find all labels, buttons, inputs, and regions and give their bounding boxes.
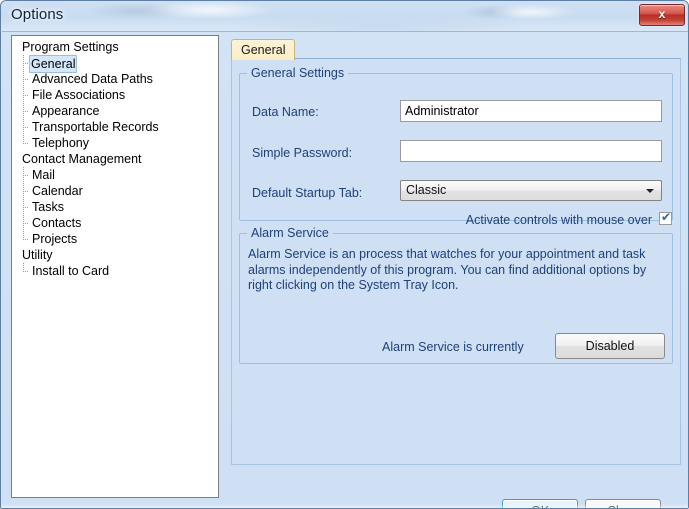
alarm-service-toggle-button[interactable]: Disabled	[555, 333, 665, 359]
tree-item-label: Tasks	[32, 200, 64, 214]
data-name-label: Data Name:	[252, 105, 319, 119]
tree-item-label: File Associations	[32, 88, 126, 102]
titlebar[interactable]: Options x	[1, 1, 688, 31]
tree-item-label: Program Settings	[22, 40, 119, 54]
tree-item-utility[interactable]: Utility	[12, 247, 218, 263]
tree-item-program-settings[interactable]: Program Settings	[12, 39, 218, 55]
tree-item-install-to-card[interactable]: Install to Card	[12, 263, 218, 279]
tree-item-label: Contact Management	[22, 152, 142, 166]
general-settings-group-title: General Settings	[247, 66, 349, 80]
mouse-over-checkbox[interactable]: ✔	[659, 210, 672, 225]
simple-password-input[interactable]	[400, 140, 662, 162]
tree-item-label: Contacts	[32, 216, 82, 230]
tree-item-advanced-data-paths[interactable]: Advanced Data Paths	[12, 71, 218, 87]
general-settings-group: General Settings Data Name: Simple Passw…	[239, 66, 673, 227]
close-icon: x	[658, 7, 666, 21]
tree-item-transportable-records[interactable]: Transportable Records	[12, 119, 218, 135]
tree-item-label: Transportable Records	[32, 120, 159, 134]
alarm-service-group: Alarm Service Alarm Service is an proces…	[239, 226, 673, 364]
tree-item-contacts[interactable]: Contacts	[12, 215, 218, 231]
tree-item-telephony[interactable]: Telephony	[12, 135, 218, 151]
checkmark-icon: ✔	[661, 210, 672, 224]
close-button[interactable]: x	[639, 4, 685, 26]
tree-item-label: Mail	[32, 168, 55, 182]
tree-item-label: Appearance	[32, 104, 100, 118]
default-startup-tab-select[interactable]: Classic	[400, 180, 662, 201]
tree-item-calendar[interactable]: Calendar	[12, 183, 218, 199]
alarm-service-description: Alarm Service is an process that watches…	[248, 247, 647, 292]
tree-item-label: Telephony	[32, 136, 89, 150]
data-name-input[interactable]	[400, 100, 662, 122]
mouse-over-checkbox-label: Activate controls with mouse over	[465, 213, 652, 227]
tree-item-label: Projects	[32, 232, 78, 246]
tab-strip: General	[231, 37, 681, 60]
tree-item-mail[interactable]: Mail	[12, 167, 218, 183]
simple-password-label: Simple Password:	[252, 146, 353, 160]
alarm-service-group-title: Alarm Service	[247, 226, 333, 240]
default-startup-tab-label: Default Startup Tab:	[252, 186, 363, 200]
options-dialog-window: Options x Program Settings General Advance…	[0, 0, 689, 509]
settings-tree: Program Settings General Advanced Data Pat…	[12, 36, 218, 279]
alarm-service-status-label: Alarm Service is currently	[382, 340, 524, 354]
tree-item-label: Install to Card	[32, 264, 110, 278]
settings-tree-panel[interactable]: Program Settings General Advanced Data Pat…	[11, 35, 219, 498]
tree-item-tasks[interactable]: Tasks	[12, 199, 218, 215]
tree-item-general[interactable]: General	[12, 55, 218, 73]
tree-item-label: Utility	[22, 248, 53, 262]
tree-item-label: Advanced Data Paths	[32, 72, 153, 86]
tree-item-projects[interactable]: Projects	[12, 231, 218, 247]
tree-item-label: Calendar	[32, 184, 83, 198]
window-title: Options	[11, 6, 64, 23]
chevron-down-icon	[646, 189, 654, 193]
window-bottom-edge	[1, 504, 688, 508]
tree-item-appearance[interactable]: Appearance	[12, 103, 218, 119]
default-startup-tab-value: Classic	[406, 183, 447, 197]
tree-item-file-associations[interactable]: File Associations	[12, 87, 218, 103]
dialog-client-area: Program Settings General Advanced Data Pat…	[2, 31, 688, 508]
tab-general[interactable]: General	[231, 39, 296, 60]
tab-panel-general: General Settings Data Name: Simple Passw…	[231, 58, 681, 465]
tree-item-contact-management[interactable]: Contact Management	[12, 151, 218, 167]
